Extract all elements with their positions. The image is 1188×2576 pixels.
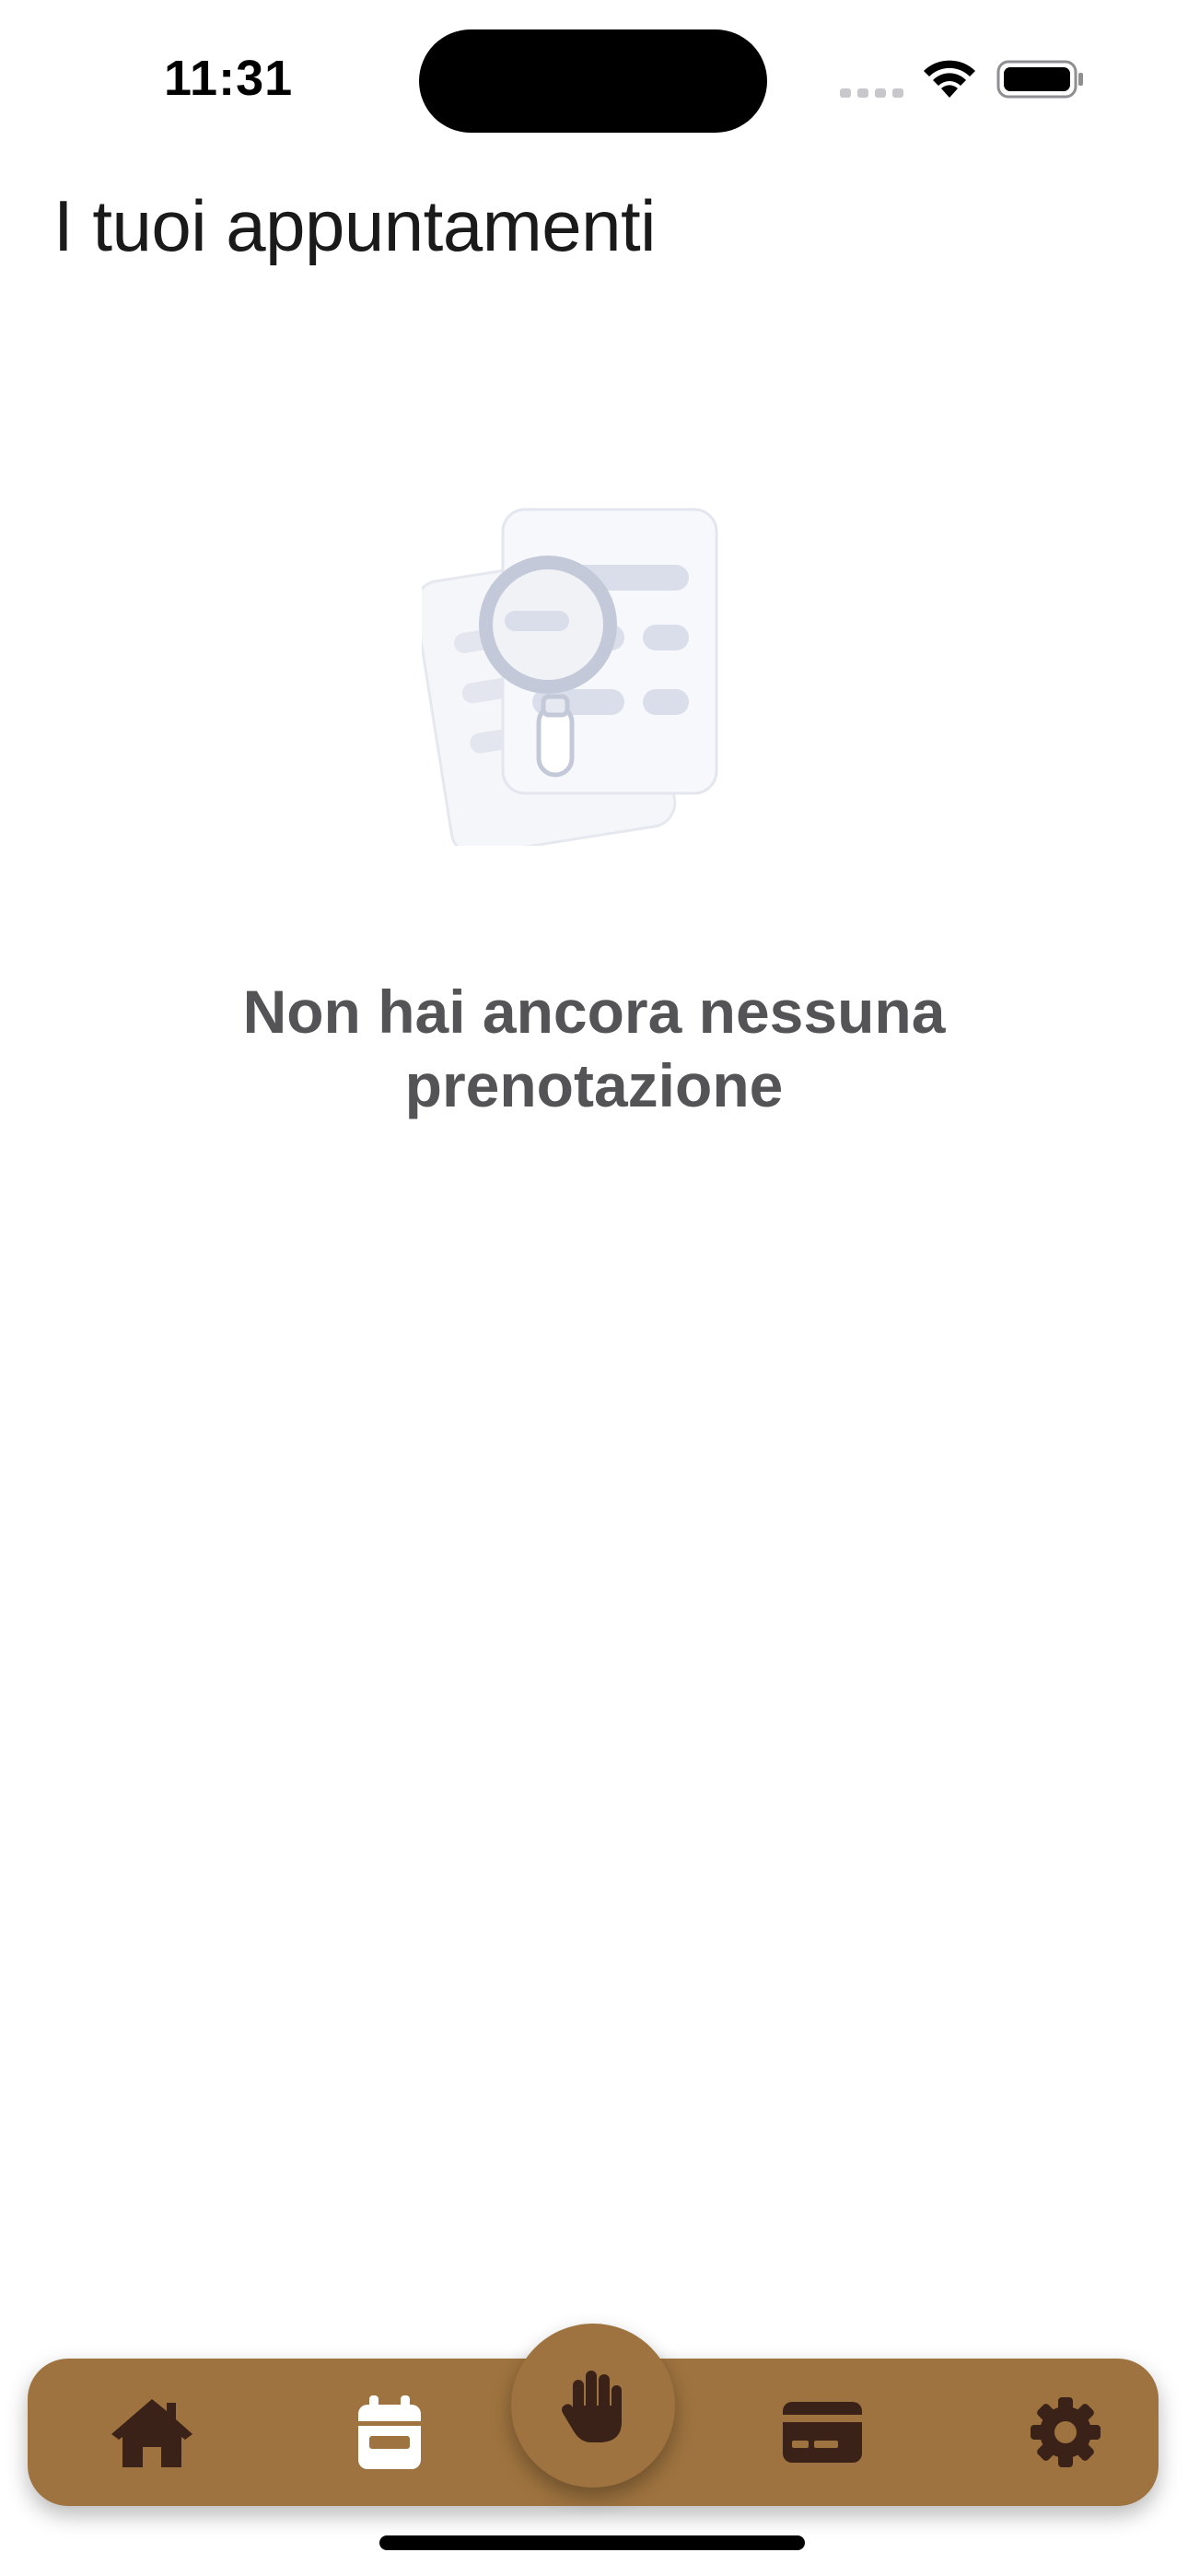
magnifier-documents-icon: [422, 508, 718, 846]
home-icon: [111, 2399, 192, 2467]
wifi-icon: [924, 60, 975, 98]
gear-icon: [1031, 2397, 1101, 2467]
empty-state-message: Non hai ancora nessuna prenotazione: [242, 978, 946, 1119]
dynamic-island: [419, 29, 767, 133]
hand-icon: [562, 2371, 622, 2442]
credit-card-icon: [783, 2402, 862, 2463]
status-bar: 11:31: [0, 0, 1188, 157]
tab-center-hand[interactable]: [511, 2324, 675, 2488]
tab-calendar[interactable]: [320, 2359, 459, 2506]
status-time: 11:31: [164, 51, 294, 106]
calendar-icon: [358, 2395, 421, 2469]
battery-icon: [996, 60, 1083, 99]
tab-payments[interactable]: [753, 2359, 891, 2506]
tab-home[interactable]: [83, 2359, 221, 2506]
home-indicator: [379, 2535, 805, 2550]
tab-settings[interactable]: [996, 2359, 1135, 2506]
page-title: I tuoi appuntamenti: [53, 185, 656, 266]
cell-signal-icon: [840, 85, 904, 98]
